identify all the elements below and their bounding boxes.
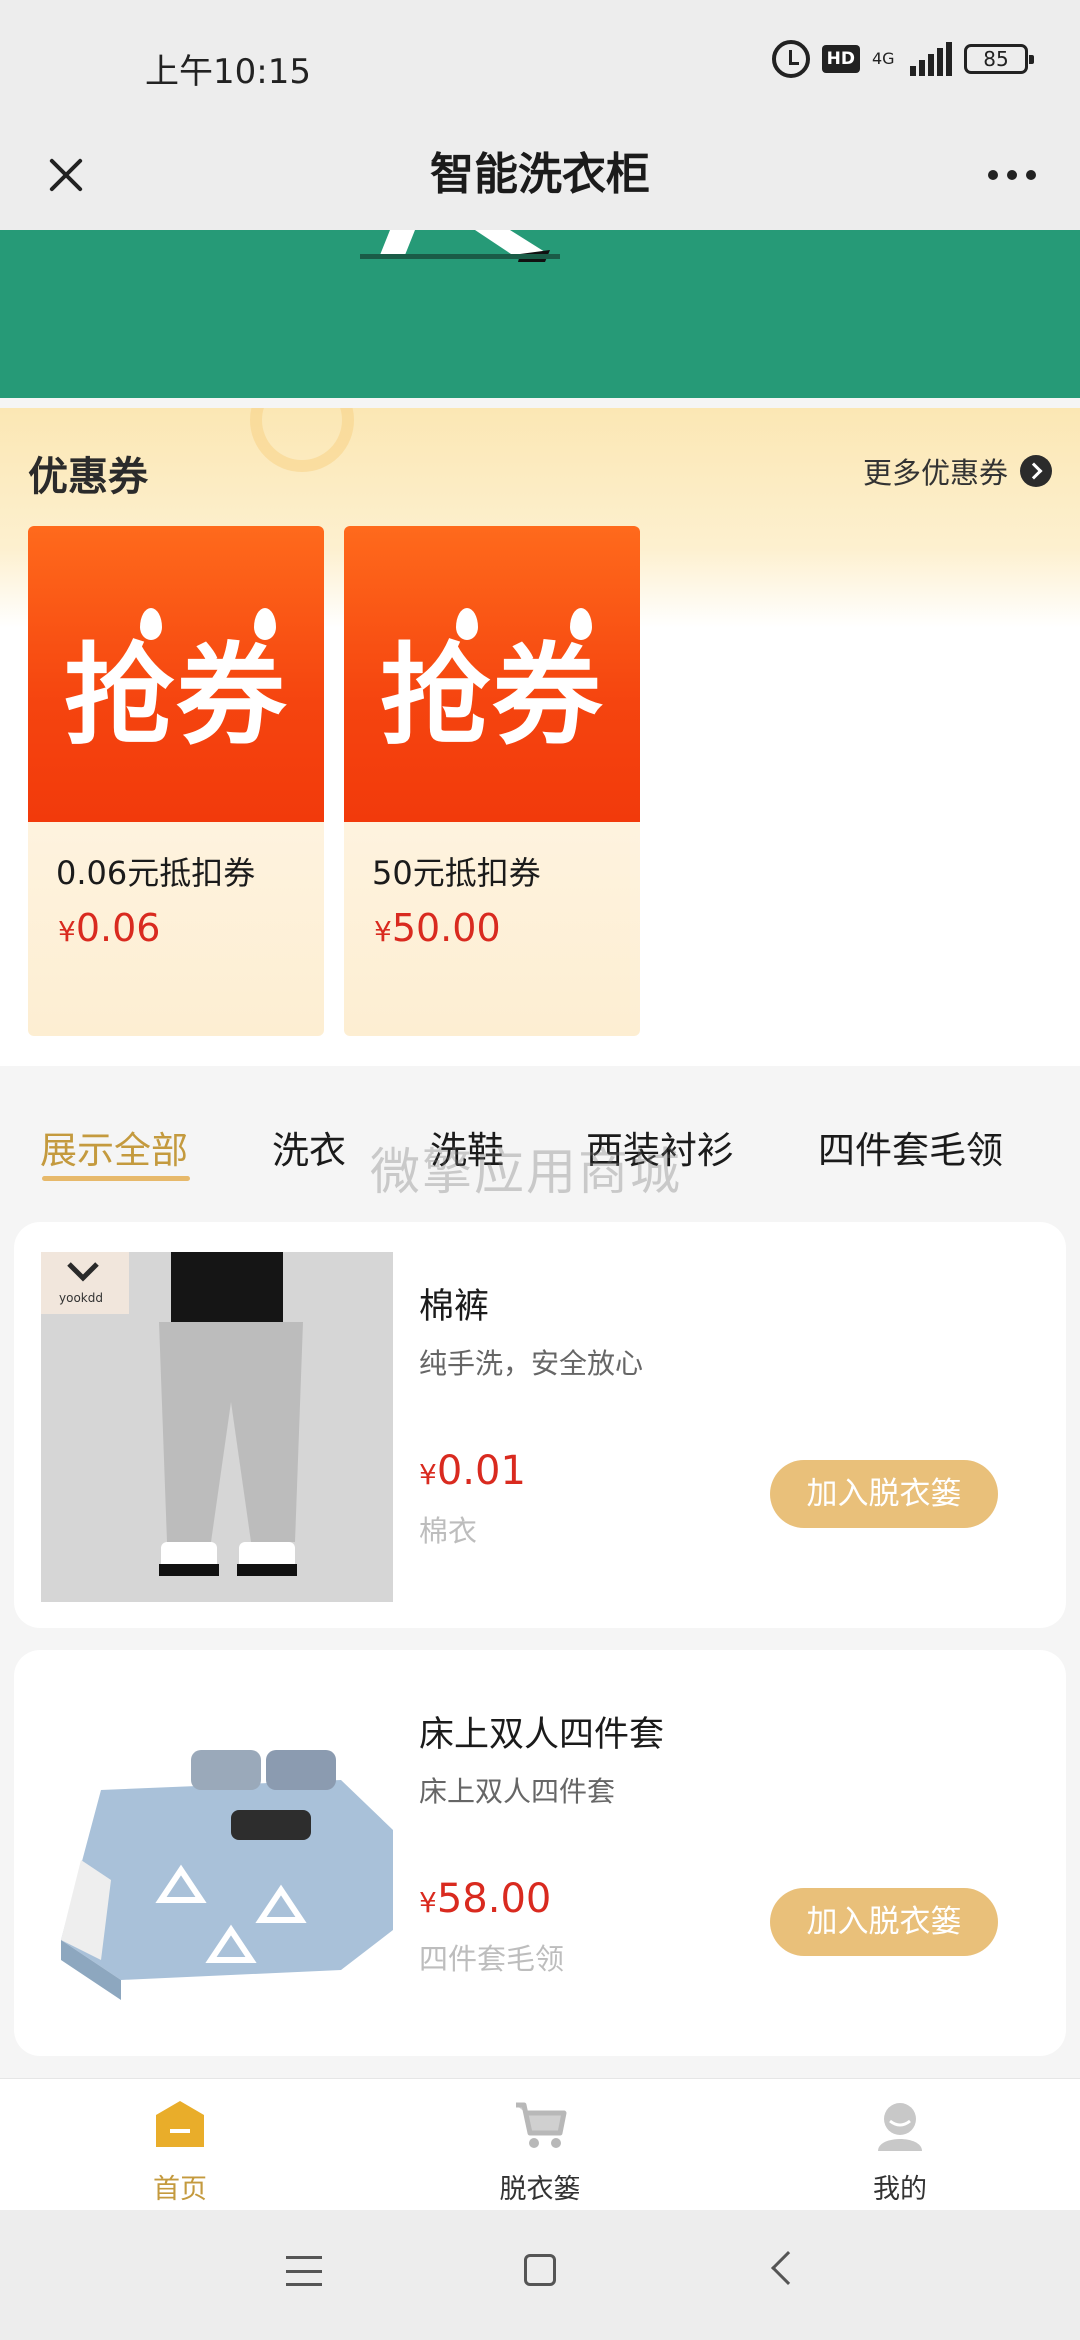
coupon-image-text: 抢券 bbox=[380, 632, 604, 760]
coupon-price: ¥0.06 bbox=[58, 906, 160, 950]
status-bar: 上午10:15 HD 4G 85 bbox=[0, 0, 1080, 120]
add-to-basket-button[interactable]: 加入脱衣篓 bbox=[770, 1888, 998, 1956]
banner[interactable] bbox=[0, 230, 1080, 398]
back-icon[interactable] bbox=[771, 2251, 805, 2285]
coupon-image: 抢券 bbox=[344, 526, 640, 822]
coupon-section: 优惠券 更多优惠券 抢券 0.06元抵扣券 ¥0.06 抢券 50元抵扣券 ¥5… bbox=[0, 408, 1080, 1066]
status-icons: HD 4G 85 bbox=[771, 40, 1034, 78]
tabbar-home[interactable]: 首页 bbox=[80, 2079, 280, 2211]
network-type: 4G bbox=[872, 49, 895, 68]
product-price: ¥58.00 bbox=[419, 1876, 551, 1922]
more-coupons-link[interactable]: 更多优惠券 bbox=[863, 450, 1052, 492]
product-description: 纯手洗，安全放心 bbox=[419, 1347, 644, 1380]
coupon-price-value: 0.06 bbox=[75, 906, 161, 950]
bottom-tab-bar: 首页 脱衣篓 我的 bbox=[0, 2078, 1080, 2210]
product-price-value: 58.00 bbox=[436, 1876, 552, 1922]
active-tab-indicator bbox=[42, 1176, 190, 1181]
signal-icon bbox=[910, 42, 952, 76]
tab-bedding-fur-collar[interactable]: 四件套毛领 bbox=[818, 1120, 1003, 1174]
coupon-name: 0.06元抵扣券 bbox=[56, 854, 256, 892]
arrow-right-icon bbox=[1020, 455, 1052, 487]
watermark: 微擎应用商城 bbox=[370, 1143, 682, 1201]
page-title: 智能洗衣柜 bbox=[430, 149, 650, 200]
cart-icon bbox=[516, 2102, 567, 2148]
bedding-image bbox=[41, 1680, 393, 2030]
product-card[interactable]: 床上双人四件套 床上双人四件套 ¥58.00 四件套毛领 加入脱衣篓 bbox=[14, 1650, 1066, 2056]
tabbar-basket[interactable]: 脱衣篓 bbox=[440, 2079, 640, 2211]
coupon-card[interactable]: 抢券 0.06元抵扣券 ¥0.06 bbox=[28, 526, 324, 1036]
tabbar-mine-label: 我的 bbox=[873, 2174, 927, 2205]
more-menu-icon[interactable] bbox=[972, 140, 1052, 210]
currency-symbol: ¥ bbox=[374, 915, 392, 948]
coupon-image-text: 抢券 bbox=[64, 632, 288, 760]
product-price: ¥0.01 bbox=[419, 1448, 526, 1494]
product-category: 棉衣 bbox=[419, 1514, 478, 1548]
coupon-price-value: 50.00 bbox=[391, 906, 501, 950]
coupon-name: 50元抵扣券 bbox=[372, 854, 541, 892]
currency-symbol: ¥ bbox=[419, 1886, 437, 1919]
product-category: 四件套毛领 bbox=[419, 1942, 565, 1976]
coupon-price: ¥50.00 bbox=[374, 906, 501, 950]
tabbar-basket-label: 脱衣篓 bbox=[499, 2174, 581, 2205]
system-nav-bar bbox=[0, 2210, 1080, 2340]
alarm-icon bbox=[771, 40, 810, 78]
currency-symbol: ¥ bbox=[419, 1458, 437, 1491]
product-name: 棉裤 bbox=[419, 1287, 490, 1327]
battery-icon: 85 bbox=[964, 44, 1034, 74]
coupon-card[interactable]: 抢券 50元抵扣券 ¥50.00 bbox=[344, 526, 640, 1036]
product-image: yookdd bbox=[41, 1252, 393, 1602]
menu-icon[interactable] bbox=[286, 2256, 322, 2286]
tab-all[interactable]: 展示全部 bbox=[40, 1120, 188, 1174]
product-name: 床上双人四件套 bbox=[419, 1715, 665, 1755]
tabbar-mine[interactable]: 我的 bbox=[800, 2079, 1000, 2211]
status-time: 上午10:15 bbox=[145, 52, 311, 92]
home-square-icon[interactable] bbox=[524, 2254, 556, 2286]
page: 上午10:15 HD 4G 85 智能洗衣柜 优惠券 更多优惠券 抢券 0.06… bbox=[0, 0, 1080, 2340]
coupon-section-title: 优惠券 bbox=[28, 454, 148, 500]
more-coupons-label: 更多优惠券 bbox=[862, 456, 1008, 490]
pants-image: yookdd bbox=[41, 1252, 393, 1602]
product-price-value: 0.01 bbox=[436, 1448, 526, 1494]
product-description: 床上双人四件套 bbox=[419, 1775, 616, 1808]
home-icon bbox=[156, 2101, 204, 2147]
tabbar-home-label: 首页 bbox=[153, 2174, 207, 2205]
banner-graphic bbox=[360, 230, 560, 262]
product-brand-text: yookdd bbox=[59, 1291, 103, 1305]
title-bar: 智能洗衣柜 bbox=[0, 120, 1080, 230]
currency-symbol: ¥ bbox=[58, 915, 76, 948]
hd-badge: HD bbox=[821, 45, 860, 73]
product-card[interactable]: yookdd 棉裤 纯手洗，安全放心 ¥0.01 棉衣 加入脱衣篓 bbox=[14, 1222, 1066, 1628]
user-icon bbox=[878, 2103, 922, 2151]
add-to-basket-button[interactable]: 加入脱衣篓 bbox=[770, 1460, 998, 1528]
tab-wash-clothes[interactable]: 洗衣 bbox=[272, 1120, 346, 1174]
product-image bbox=[41, 1680, 393, 2030]
coupon-image: 抢券 bbox=[28, 526, 324, 822]
